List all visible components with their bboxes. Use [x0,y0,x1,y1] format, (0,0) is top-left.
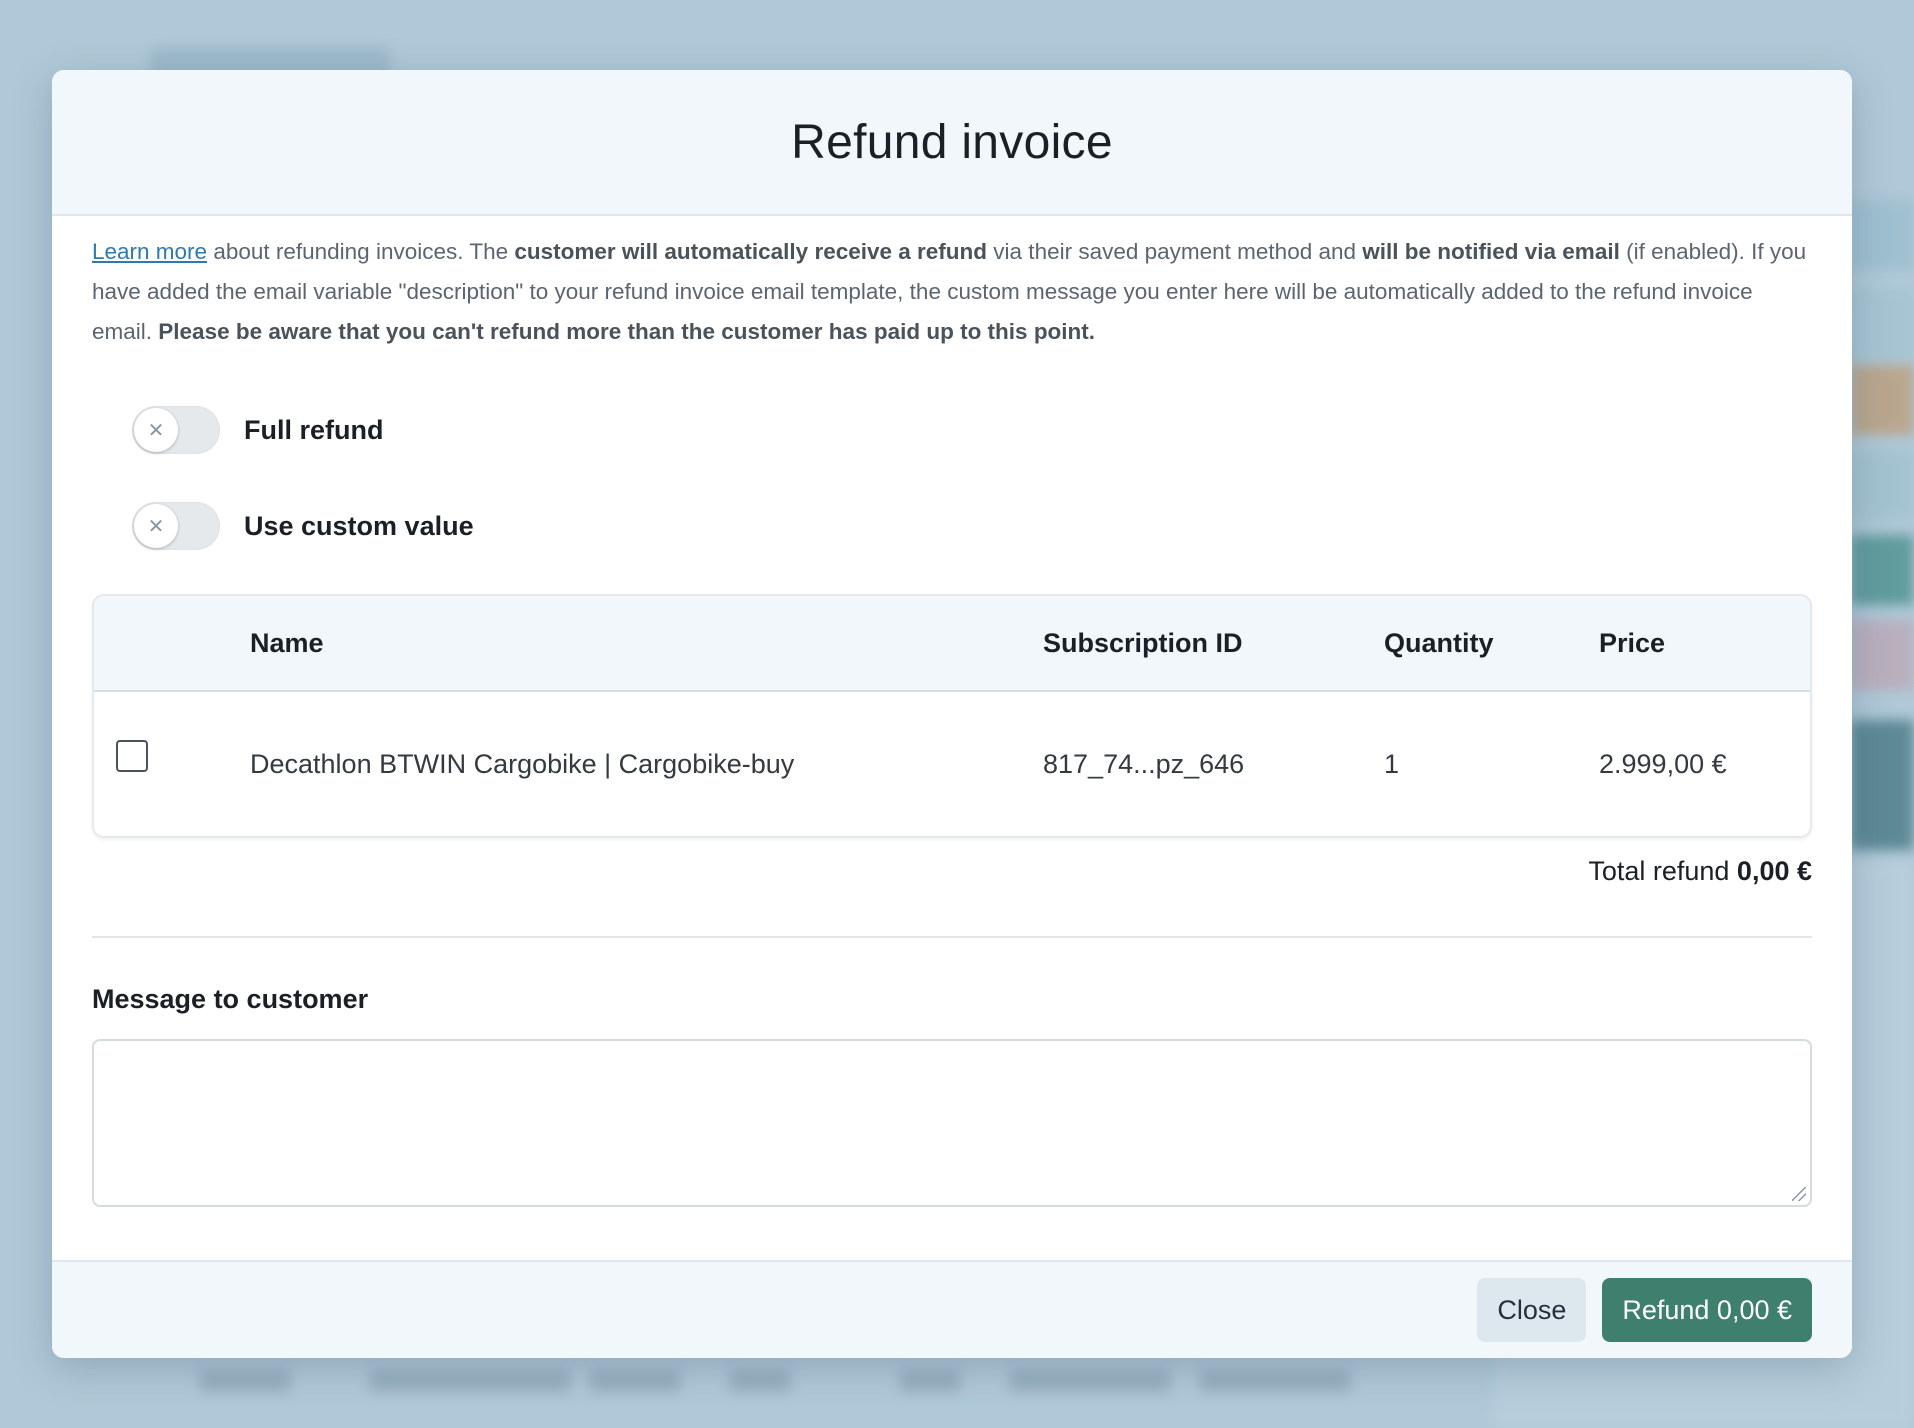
total-refund-value: 0,00 € [1736,856,1812,886]
full-refund-toggle[interactable]: ✕ [132,406,220,454]
resize-handle-icon[interactable] [1792,1187,1806,1201]
row-price: 2.999,00 € [1599,748,1727,779]
column-header-name: Name [250,627,324,658]
message-textarea[interactable] [92,1039,1812,1207]
total-refund: Total refund 0,00 € [92,856,1812,890]
table-row: Decathlon BTWIN Cargobike | Cargobike-bu… [94,692,1810,836]
row-name: Decathlon BTWIN Cargobike | Cargobike-bu… [250,748,795,779]
full-refund-label: Full refund [244,414,384,445]
dialog-footer: Close Refund 0,00 € [52,1260,1852,1358]
column-header-subscription-id: Subscription ID [1043,627,1243,658]
refund-button[interactable]: Refund 0,00 € [1602,1278,1812,1342]
column-header-price: Price [1599,627,1666,658]
row-checkbox[interactable] [116,740,148,772]
intro-bold-part: will be notified via email [1362,239,1620,264]
full-refund-row: ✕ Full refund [132,400,1812,460]
custom-value-row: ✕ Use custom value [132,496,1812,556]
dialog-header: Refund invoice [52,70,1852,216]
toggle-off-icon: ✕ [134,504,178,548]
custom-value-toggle[interactable]: ✕ [132,502,220,550]
column-header-quantity: Quantity [1384,627,1494,658]
refund-invoice-dialog: Refund invoice Learn more about refundin… [52,70,1852,1358]
row-checkbox-cell [116,692,148,836]
intro-bold-part: Please be aware that you can't refund mo… [158,319,1096,344]
line-items-table: Name Subscription ID Quantity Price Deca… [92,594,1812,838]
row-subscription-id: 817_74...pz_646 [1043,748,1245,779]
divider [92,936,1812,938]
custom-value-label: Use custom value [244,510,474,541]
table-header: Name Subscription ID Quantity Price [94,596,1810,692]
row-quantity: 1 [1384,748,1400,779]
dialog-title: Refund invoice [791,115,1113,169]
intro-bold-part: customer will automatically receive a re… [514,239,988,264]
message-label: Message to customer [92,984,369,1014]
learn-more-link[interactable]: Learn more [92,239,207,264]
intro-text: Learn more about refunding invoices. The… [92,232,1812,352]
toggle-off-icon: ✕ [134,408,178,452]
dialog-body: Learn more about refunding invoices. The… [52,232,1852,1207]
intro-text-part: via their saved payment method and [987,239,1363,264]
total-refund-label: Total refund [1588,856,1737,886]
close-button[interactable]: Close [1477,1278,1587,1342]
intro-text-part: about refunding invoices. The [207,239,515,264]
